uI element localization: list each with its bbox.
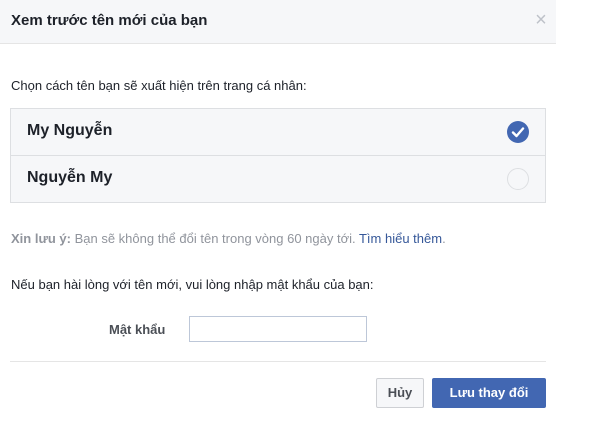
preview-name-dialog: Xem trước tên mới của bạn × Chọn cách tê… bbox=[0, 0, 556, 439]
name-option-2[interactable]: Nguyễn My bbox=[11, 156, 545, 202]
name-display-prompt: Chọn cách tên bạn sẽ xuất hiện trên tran… bbox=[11, 78, 307, 93]
save-changes-button[interactable]: Lưu thay đổi bbox=[432, 378, 546, 408]
dialog-header: Xem trước tên mới của bạn × bbox=[0, 0, 556, 44]
password-input[interactable] bbox=[189, 316, 367, 342]
close-icon[interactable]: × bbox=[531, 8, 551, 32]
name-option-1[interactable]: My Nguyễn bbox=[11, 109, 545, 156]
name-option-label: Nguyễn My bbox=[27, 169, 113, 186]
note-suffix: . bbox=[442, 231, 446, 246]
empty-circle-icon[interactable] bbox=[507, 168, 529, 190]
note-text: Bạn sẽ không thể đổi tên trong vòng 60 n… bbox=[70, 231, 359, 246]
check-circle-icon[interactable] bbox=[507, 121, 529, 143]
note-prefix: Xin lưu ý: bbox=[11, 231, 71, 246]
footer-divider bbox=[10, 361, 546, 362]
warning-note: Xin lưu ý: Bạn sẽ không thể đổi tên tron… bbox=[11, 231, 446, 246]
cancel-button[interactable]: Hủy bbox=[376, 378, 424, 408]
name-option-label: My Nguyễn bbox=[27, 122, 113, 139]
password-prompt: Nếu bạn hài lòng với tên mới, vui lòng n… bbox=[11, 277, 374, 292]
name-options-list: My Nguyễn Nguyễn My bbox=[10, 108, 546, 203]
learn-more-link[interactable]: Tìm hiểu thêm bbox=[359, 231, 442, 246]
password-label: Mật khẩu bbox=[109, 322, 166, 337]
dialog-title: Xem trước tên mới của bạn bbox=[11, 12, 208, 29]
